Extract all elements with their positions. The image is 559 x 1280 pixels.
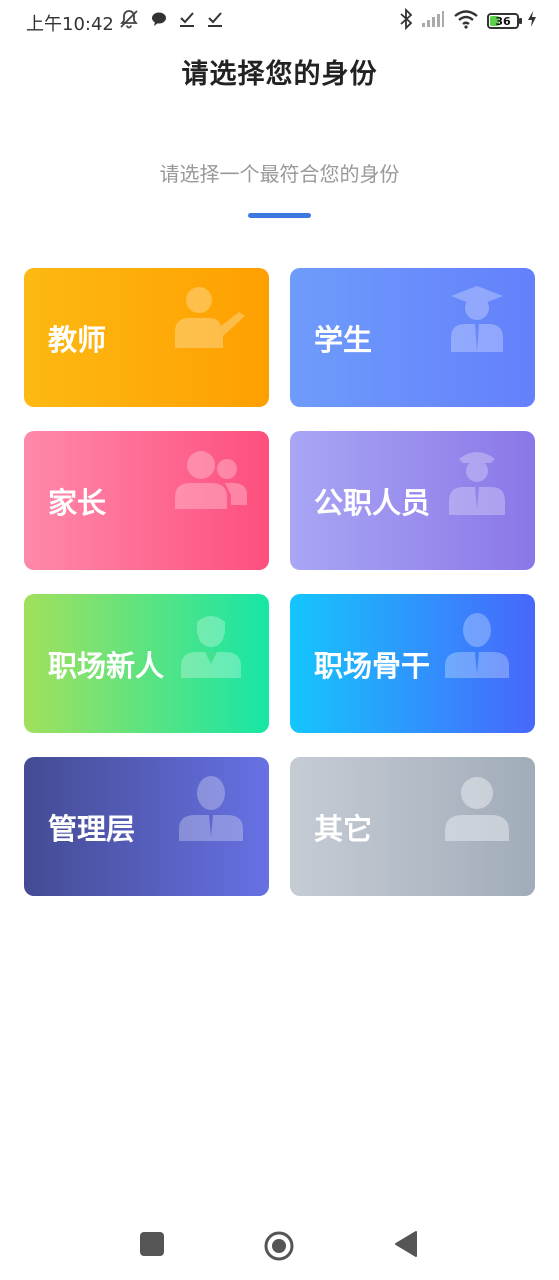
status-bar: 上午10:42 36 (0, 0, 559, 44)
battery-icon: 36 (487, 13, 522, 29)
signal-icon (421, 10, 445, 32)
identity-card-label: 职场骨干 (314, 648, 431, 683)
home-icon[interactable] (263, 1230, 295, 1262)
charging-icon (527, 10, 537, 32)
page-subtitle: 请选择一个最符合您的身份 (159, 162, 400, 186)
wifi-icon (453, 9, 479, 33)
manager-icon (175, 775, 247, 841)
identity-card-student[interactable]: 学生 (290, 268, 535, 407)
system-nav-bar (0, 1210, 559, 1280)
identity-card-newcomer[interactable]: 职场新人 (24, 594, 269, 733)
young-professional-icon (175, 612, 247, 678)
notification-icons (118, 10, 224, 32)
identity-card-civil-servant[interactable]: 公职人员 (290, 431, 535, 570)
identity-card-backbone[interactable]: 职场骨干 (290, 594, 535, 733)
identity-card-other[interactable]: 其它 (290, 757, 535, 896)
identity-card-label: 教师 (48, 322, 107, 357)
check-download-icon (206, 10, 224, 32)
student-icon (441, 286, 513, 352)
identity-card-label: 公职人员 (314, 485, 431, 520)
page-title: 请选择您的身份 (181, 59, 378, 90)
officer-icon (441, 449, 513, 515)
bluetooth-icon (399, 7, 413, 34)
system-status-icons: 36 (399, 7, 537, 34)
parent-icon (175, 449, 247, 515)
identity-card-label: 管理层 (48, 811, 136, 846)
professional-icon (441, 612, 513, 678)
status-time: 上午10:42 (26, 14, 114, 35)
check-download-icon (178, 10, 196, 32)
identity-card-label: 学生 (314, 322, 373, 357)
identity-card-management[interactable]: 管理层 (24, 757, 269, 896)
chat-bubble-icon (150, 10, 168, 32)
identity-card-label: 其它 (314, 811, 373, 846)
recent-apps-icon[interactable] (140, 1232, 164, 1256)
back-icon[interactable] (394, 1230, 418, 1258)
identity-card-teacher[interactable]: 教师 (24, 268, 269, 407)
identity-card-label: 家长 (48, 485, 107, 520)
battery-level: 36 (495, 14, 511, 28)
user-icon (441, 775, 513, 841)
identity-card-label: 职场新人 (48, 648, 165, 683)
identity-card-parent[interactable]: 家长 (24, 431, 269, 570)
teacher-icon (175, 286, 247, 352)
bell-off-icon (118, 8, 140, 34)
accent-underline (248, 213, 311, 218)
